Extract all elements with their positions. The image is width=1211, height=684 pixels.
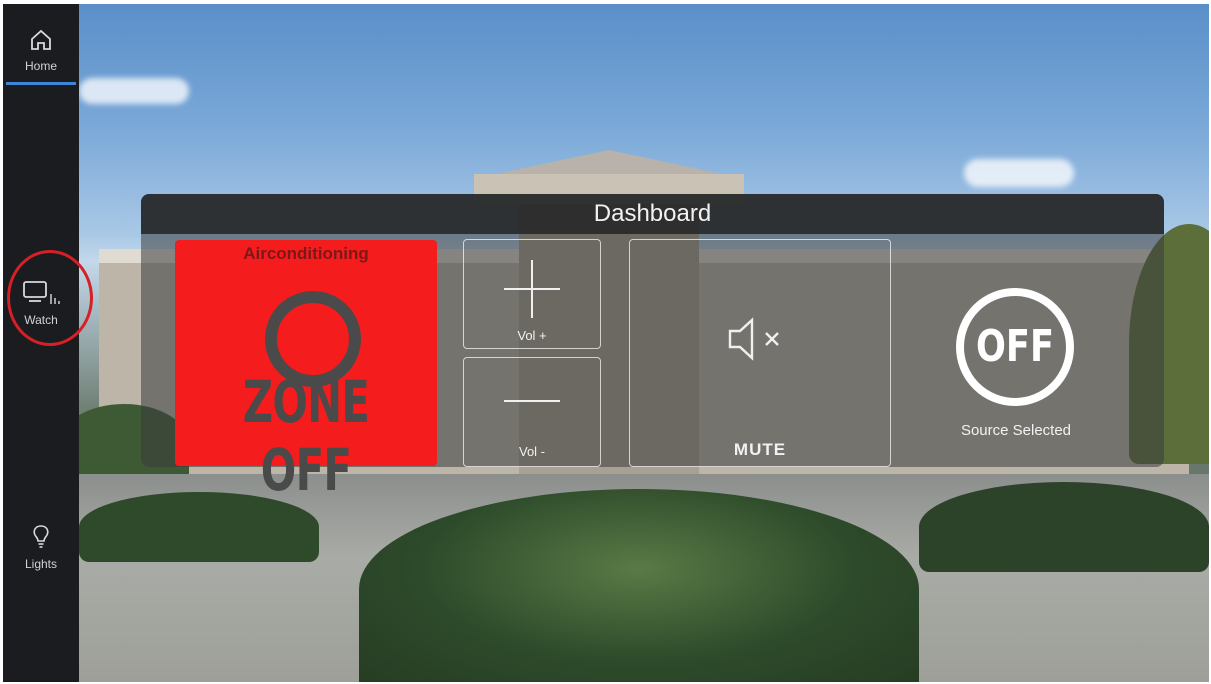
aircon-title: Airconditioning [243,244,369,263]
aircon-zone-button[interactable]: Airconditioning ZONE OFF [175,240,437,504]
vol-up-label: Vol + [517,328,547,343]
source-label: Source Selected [960,422,1072,439]
sidebar-item-label: Home [24,59,57,73]
volume-down-button[interactable]: Vol - [463,357,601,467]
dashboard-title: Dashboard [141,194,1164,234]
home-icon [31,29,51,50]
volume-up-button[interactable]: Vol + [463,239,601,349]
lightbulb-icon [33,525,49,548]
mute-label: MUTE [733,440,787,459]
minus-icon [504,400,560,402]
highlight-ring [7,250,93,346]
sidebar-item-label: Lights [24,557,58,571]
app-frame: Home Watch Lights Dashboard Aircondition… [3,4,1209,682]
sidebar-item-home[interactable]: Home [3,28,79,73]
mute-button[interactable]: MUTE [629,239,891,467]
aircon-status: ZONE OFF [242,368,370,504]
speaker-mute-icon [728,317,779,361]
vol-down-label: Vol - [518,444,545,459]
dashboard-panel: Dashboard Airconditioning ZONE OFF Vol +… [141,194,1164,504]
plus-icon [504,260,560,318]
source-value: OFF [975,321,1055,372]
active-indicator [6,82,76,85]
sidebar-item-lights[interactable]: Lights [3,524,79,571]
source-button[interactable]: OFF Source Selected [931,284,1131,454]
